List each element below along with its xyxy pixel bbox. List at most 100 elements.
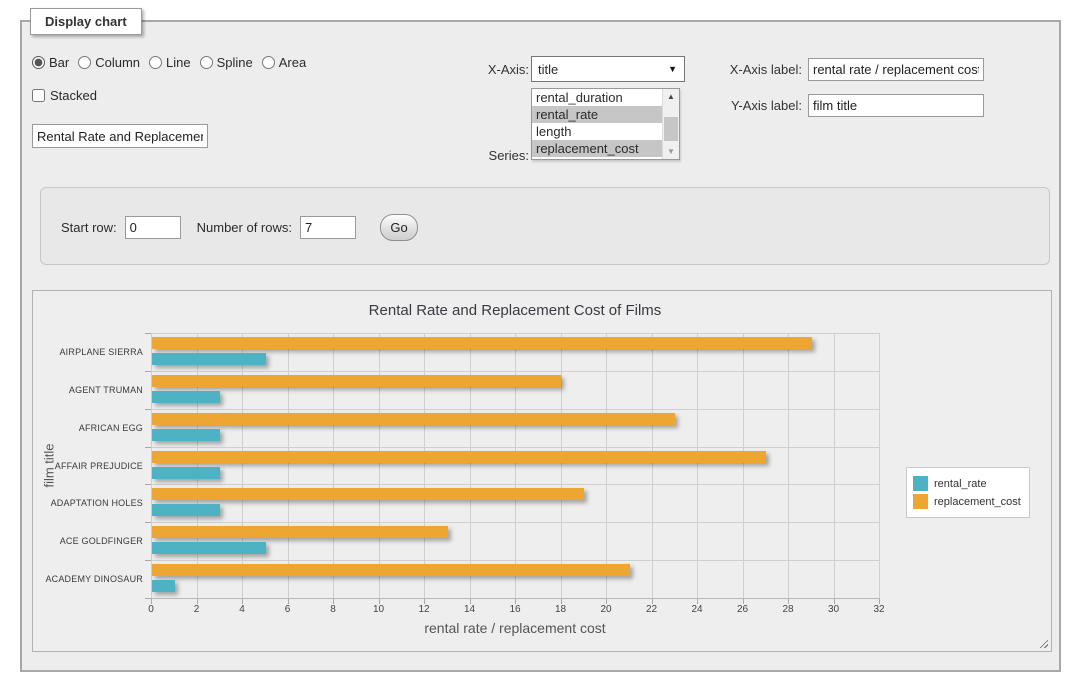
x-axis-label-input[interactable] xyxy=(808,58,984,81)
radio-label-bar: Bar xyxy=(49,55,69,70)
x-gridline xyxy=(197,333,198,598)
x-gridline xyxy=(788,333,789,598)
y-gridline xyxy=(151,560,879,561)
legend-label: replacement_cost xyxy=(934,496,1021,508)
legend-label: rental_rate xyxy=(934,478,987,490)
y-tick-mark xyxy=(145,484,151,485)
x-tick-label: 22 xyxy=(637,604,667,615)
bar-replacement_cost xyxy=(152,413,675,425)
radio-line[interactable] xyxy=(149,56,162,69)
y-gridline xyxy=(151,522,879,523)
y-tick-mark xyxy=(145,333,151,334)
x-tick-label: 0 xyxy=(136,604,166,615)
stacked-checkbox[interactable] xyxy=(32,89,45,102)
radio-column[interactable] xyxy=(78,56,91,69)
chart-type-option-area: Area xyxy=(262,55,306,70)
rows-controls: Start row: Number of rows: Go xyxy=(61,214,418,241)
bar-rental_rate xyxy=(152,542,266,554)
x-tick-label: 12 xyxy=(409,604,439,615)
chart-type-option-column: Column xyxy=(78,55,140,70)
x-tick-label: 32 xyxy=(864,604,894,615)
bar-replacement_cost xyxy=(152,337,812,349)
x-axis-label-label: X-Axis label: xyxy=(662,62,802,77)
chart-type-option-bar: Bar xyxy=(32,55,69,70)
display-chart-panel: Display chart BarColumnLineSplineArea St… xyxy=(20,20,1061,672)
radio-spline[interactable] xyxy=(200,56,213,69)
x-tick-label: 14 xyxy=(455,604,485,615)
panel-title: Display chart xyxy=(30,8,142,35)
bar-rental_rate xyxy=(152,391,220,403)
series-option-rental_rate[interactable]: rental_rate xyxy=(532,106,662,123)
legend-swatch-rental_rate xyxy=(913,476,928,491)
series-option-rental_duration[interactable]: rental_duration xyxy=(532,89,662,106)
x-gridline xyxy=(288,333,289,598)
radio-label-line: Line xyxy=(166,55,191,70)
stacked-label: Stacked xyxy=(50,88,97,103)
radio-label-area: Area xyxy=(279,55,306,70)
radio-bar[interactable] xyxy=(32,56,45,69)
bar-replacement_cost xyxy=(152,526,448,538)
num-rows-label: Number of rows: xyxy=(197,220,292,235)
y-tick-mark xyxy=(145,598,151,599)
x-tick-label: 28 xyxy=(773,604,803,615)
x-gridline xyxy=(697,333,698,598)
y-tick-mark xyxy=(145,522,151,523)
x-gridline xyxy=(561,333,562,598)
x-axis-title: rental rate / replacement cost xyxy=(151,620,879,636)
chart-title-input[interactable] xyxy=(32,124,208,148)
num-rows-input[interactable] xyxy=(300,216,356,239)
bar-rental_rate xyxy=(152,504,220,516)
bar-rental_rate xyxy=(152,353,266,365)
stacked-option: Stacked xyxy=(32,88,97,103)
legend-item-rental_rate: rental_rate xyxy=(913,476,1021,491)
radio-area[interactable] xyxy=(262,56,275,69)
x-gridline xyxy=(470,333,471,598)
series-option-length[interactable]: length xyxy=(532,123,662,140)
radio-label-spline: Spline xyxy=(217,55,253,70)
category-label: AIRPLANE SIERRA xyxy=(33,347,143,357)
x-axis-select-label: X-Axis: xyxy=(402,62,529,77)
x-tick-label: 16 xyxy=(500,604,530,615)
x-tick-label: 10 xyxy=(364,604,394,615)
x-gridline xyxy=(151,333,152,598)
bar-rental_rate xyxy=(152,429,220,441)
y-gridline xyxy=(151,484,879,485)
bar-replacement_cost xyxy=(152,488,584,500)
x-tick-label: 2 xyxy=(182,604,212,615)
series-listbox[interactable]: rental_durationrental_ratelengthreplacem… xyxy=(531,88,680,160)
series-option-replacement_cost[interactable]: replacement_cost xyxy=(532,140,662,157)
x-gridline xyxy=(424,333,425,598)
chart-type-options: Bar Column Line Spline Area xyxy=(32,55,306,70)
bar-replacement_cost xyxy=(152,564,630,576)
x-gridline xyxy=(606,333,607,598)
y-tick-mark xyxy=(145,371,151,372)
bar-replacement_cost xyxy=(152,451,766,463)
start-row-input[interactable] xyxy=(125,216,181,239)
x-tick-label: 8 xyxy=(318,604,348,615)
x-gridline xyxy=(743,333,744,598)
chart-title: Rental Rate and Replacement Cost of Film… xyxy=(151,302,879,319)
x-tick-label: 18 xyxy=(546,604,576,615)
x-tick-label: 24 xyxy=(682,604,712,615)
x-gridline xyxy=(879,333,880,598)
x-gridline xyxy=(379,333,380,598)
x-tick-label: 20 xyxy=(591,604,621,615)
chart-legend: rental_rate replacement_cost xyxy=(906,467,1030,518)
radio-label-column: Column xyxy=(95,55,140,70)
y-gridline xyxy=(151,409,879,410)
scroll-down-icon[interactable]: ▼ xyxy=(663,144,679,159)
x-tick-label: 4 xyxy=(227,604,257,615)
chart-type-option-spline: Spline xyxy=(200,55,253,70)
y-axis-label-input[interactable] xyxy=(808,94,984,117)
series-listbox-label: Series: xyxy=(402,148,529,163)
resize-handle-icon[interactable] xyxy=(1037,637,1048,648)
rows-panel: Start row: Number of rows: Go xyxy=(40,187,1050,265)
bar-rental_rate xyxy=(152,467,220,479)
x-gridline xyxy=(242,333,243,598)
go-button[interactable]: Go xyxy=(380,214,418,241)
chart-plot-area xyxy=(151,333,879,598)
x-tick-label: 30 xyxy=(819,604,849,615)
legend-item-replacement_cost: replacement_cost xyxy=(913,494,1021,509)
scrollbar-thumb[interactable] xyxy=(664,117,678,141)
bar-replacement_cost xyxy=(152,375,561,387)
